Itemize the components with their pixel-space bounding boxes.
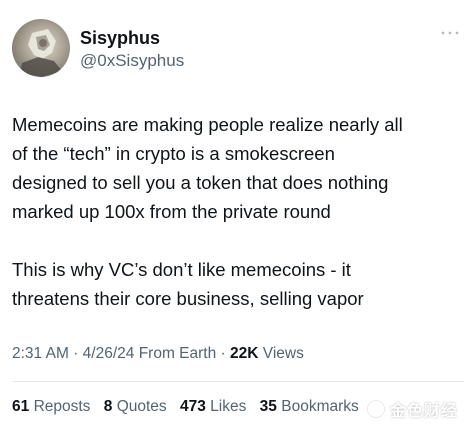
likes-stat[interactable]: 473 Likes [180,398,246,415]
avatar-image [20,29,62,77]
reposts-label: Reposts [33,398,91,415]
reposts-count: 61 [12,398,30,415]
likes-label: Likes [210,398,247,415]
tweet-time[interactable]: 2:31 AM [12,345,69,362]
quotes-stat[interactable]: 8 Quotes [104,398,167,415]
tweet-source: From Earth [138,345,217,362]
divider [12,381,464,382]
bookmarks-label: Bookmarks [281,398,359,415]
meta-separator: · [220,345,226,362]
more-horizontal-icon [441,31,459,35]
reposts-stat[interactable]: 61 Reposts [12,398,90,415]
likes-count: 473 [179,398,206,415]
meta-separator: · [73,345,79,362]
tweet-card: Sisyphus @0xSisyphus Memecoins are makin… [0,0,470,430]
tweet-meta: 2:31 AM · 4/26/24 From Earth · 22K Views [12,343,304,365]
watermark: 金色财经 [366,398,458,420]
tweet-paragraph: This is why VC’s don’t like memecoins - … [12,259,364,309]
bookmarks-count: 35 [259,398,277,415]
author-info: Sisyphus @0xSisyphus [80,27,184,72]
avatar[interactable] [12,19,70,77]
tweet-date[interactable]: 4/26/24 [83,345,135,362]
quotes-count: 8 [103,398,113,415]
user-handle[interactable]: @0xSisyphus [80,50,184,72]
watermark-logo-icon [366,399,386,419]
more-options-button[interactable] [438,26,462,40]
quotes-label: Quotes [116,398,167,415]
views-label: Views [262,345,304,362]
tweet-paragraph: Memecoins are making people realize near… [12,114,403,222]
bookmarks-stat[interactable]: 35 Bookmarks [260,398,359,415]
tweet-text: Memecoins are making people realize near… [12,110,464,313]
watermark-text: 金色财经 [390,403,459,420]
display-name[interactable]: Sisyphus [80,27,184,49]
views-count: 22K [230,345,259,362]
engagement-stats: 61 Reposts 8 Quotes 473 Likes 35 Bookmar… [12,396,368,418]
